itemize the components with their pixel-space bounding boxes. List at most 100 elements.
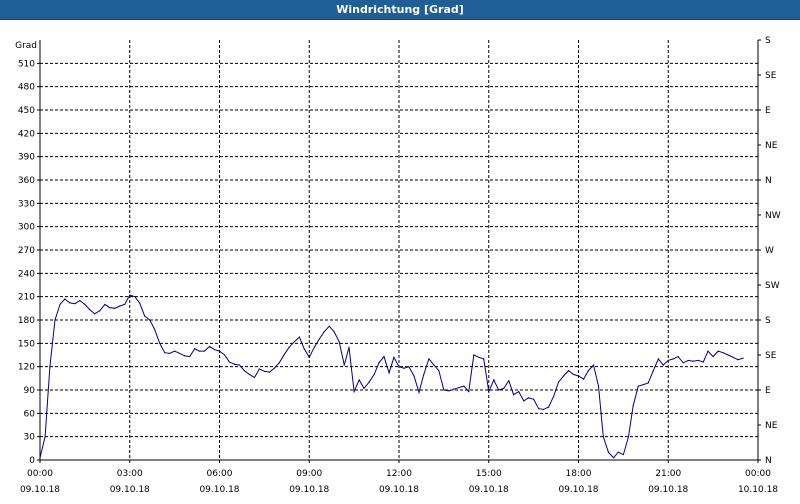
y-right-tick-label: E	[765, 106, 771, 116]
x-tick-date-label: 09.10.18	[469, 485, 509, 495]
y-axis-right-ticks: N NE E SE S SW W NW N NE E SE S	[758, 36, 781, 466]
data-point	[712, 355, 714, 358]
data-point	[602, 436, 604, 438]
y-tick-label: 360	[18, 176, 35, 186]
data-point	[328, 325, 330, 327]
data-point	[298, 336, 300, 338]
data-point	[323, 331, 325, 333]
data-point	[533, 398, 535, 400]
y-right-tick-label: NW	[765, 211, 781, 221]
data-point	[418, 391, 420, 393]
y-tick-label: 300	[18, 223, 35, 233]
data-point	[547, 406, 550, 408]
x-tick-time-label: 09:00	[296, 469, 322, 479]
data-point	[697, 359, 699, 362]
data-point	[258, 368, 260, 370]
data-point	[568, 369, 570, 372]
data-point	[478, 356, 480, 358]
x-tick-time-label: 03:00	[117, 469, 143, 479]
data-point	[677, 355, 679, 358]
data-point	[592, 364, 595, 366]
y-tick-label: 420	[18, 129, 35, 139]
x-tick-date-label: 09.10.18	[379, 485, 419, 495]
data-point	[722, 352, 724, 354]
data-point	[572, 373, 575, 376]
data-point	[508, 380, 510, 382]
data-point	[159, 342, 161, 344]
data-point	[218, 350, 221, 352]
data-point	[194, 348, 196, 350]
data-point	[333, 331, 335, 333]
data-point	[542, 408, 545, 411]
data-point	[707, 350, 709, 352]
data-point	[617, 451, 619, 453]
data-point	[557, 381, 560, 383]
data-point	[313, 346, 315, 348]
data-point	[209, 345, 211, 348]
x-axis-ticks: 00:00 09.10.18 03:00 09.10.18 06:00 09.10.18 0…	[20, 460, 778, 495]
data-point	[308, 356, 310, 358]
x-tick-time-label: 00:00	[27, 469, 53, 479]
data-point	[253, 376, 256, 379]
data-point	[273, 367, 275, 369]
data-point	[428, 358, 430, 360]
data-point	[89, 309, 91, 311]
y-right-tick-label: NE	[765, 141, 778, 151]
data-point	[632, 404, 634, 407]
x-tick-time-label: 00:00	[745, 469, 771, 479]
data-point	[527, 397, 530, 399]
data-point	[363, 387, 365, 390]
y-tick-label: 180	[18, 316, 35, 326]
data-point	[303, 348, 305, 350]
data-point	[74, 303, 76, 305]
data-point	[562, 375, 565, 377]
data-point	[174, 350, 176, 352]
x-tick-date-label: 09.10.18	[289, 485, 329, 495]
data-point	[727, 354, 729, 356]
data-point	[717, 350, 719, 352]
chart-area: 0 30 60 90 120 150 180 210 240 270 300 330 360 390 420…	[0, 20, 800, 500]
data-point	[667, 359, 669, 362]
data-point	[268, 371, 271, 373]
data-point	[243, 369, 245, 372]
x-tick-date-label: 09.10.18	[20, 485, 60, 495]
data-point	[597, 385, 600, 387]
data-point	[353, 390, 355, 393]
data-point	[622, 453, 624, 456]
series-layer	[39, 294, 744, 459]
data-point	[732, 356, 734, 358]
data-point	[612, 457, 615, 459]
data-point	[114, 307, 116, 309]
data-point	[538, 408, 540, 410]
data-point	[293, 341, 295, 343]
data-point	[438, 369, 440, 372]
y-right-tick-label: W	[765, 246, 774, 256]
data-point	[79, 299, 81, 302]
x-tick-time-label: 18:00	[566, 469, 592, 479]
data-point	[473, 354, 475, 356]
data-point	[144, 315, 146, 317]
data-point	[463, 385, 465, 387]
y-tick-label: 270	[18, 246, 35, 256]
data-point	[518, 390, 520, 393]
data-point	[109, 306, 111, 309]
y-tick-label: 60	[24, 409, 36, 419]
data-point	[94, 313, 96, 315]
data-point	[512, 394, 515, 396]
data-point	[134, 296, 136, 298]
data-point	[553, 395, 555, 397]
data-point	[408, 366, 410, 368]
data-point	[413, 375, 415, 377]
data-point	[233, 363, 236, 365]
x-tick-date-label: 09.10.18	[558, 485, 598, 495]
y-right-tick-label: S	[765, 316, 771, 326]
data-point	[503, 387, 505, 390]
data-point	[448, 390, 450, 392]
data-point	[59, 303, 61, 306]
data-point	[662, 364, 664, 366]
data-point	[607, 451, 610, 453]
data-point	[99, 310, 101, 312]
data-point	[119, 305, 121, 307]
data-point	[388, 372, 390, 374]
data-point	[104, 303, 106, 306]
